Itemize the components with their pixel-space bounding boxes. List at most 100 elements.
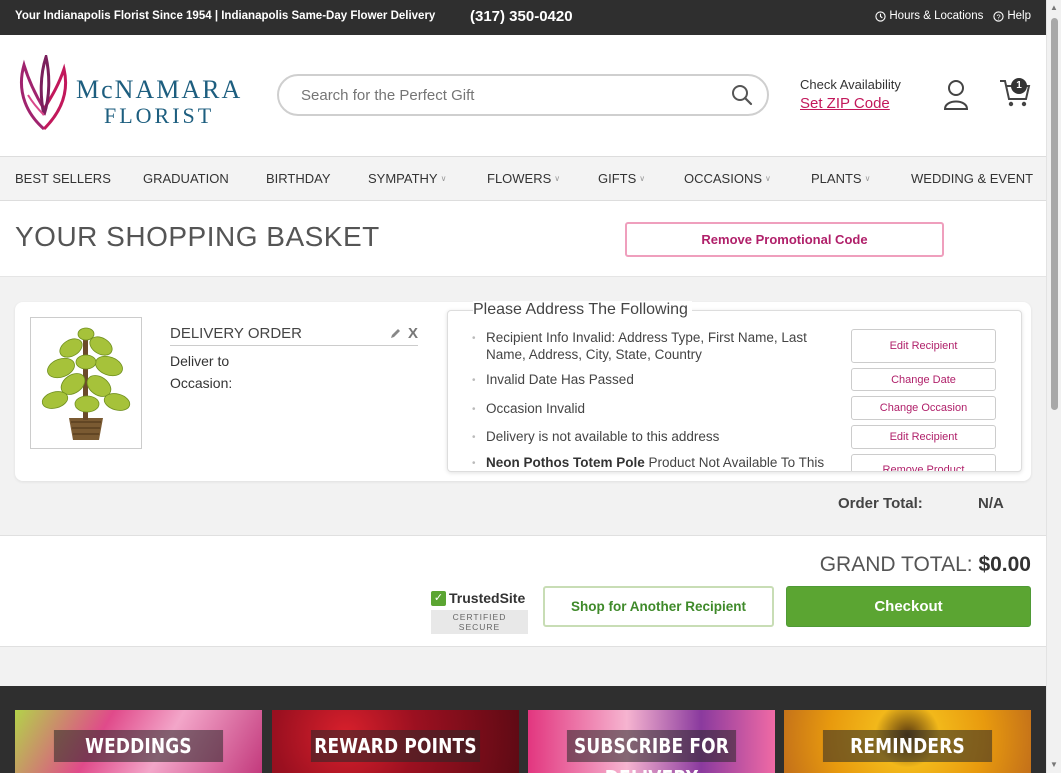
nav-item-occasions[interactable]: OCCASIONS ∨	[684, 171, 771, 186]
chevron-down-icon: ∨	[440, 174, 447, 183]
help-icon: ?	[993, 10, 1004, 22]
checkout-button[interactable]: Checkout	[786, 586, 1031, 627]
svg-text:?: ?	[997, 12, 1001, 21]
order-tools: X	[389, 325, 418, 342]
hours-locations-link[interactable]: Hours & Locations	[875, 10, 983, 22]
phone-number[interactable]: (317) 350-0420	[470, 8, 573, 25]
nav-item-flowers[interactable]: FLOWERS ∨	[487, 171, 560, 186]
scroll-down-icon[interactable]: ▼	[1050, 760, 1058, 769]
reward-points-tile[interactable]: REWARD POINTS	[272, 710, 519, 773]
chevron-down-icon: ∨	[765, 174, 771, 183]
trustedsite-label: TrustedSite	[449, 590, 526, 606]
trustedsite-name: ✓ TrustedSite	[431, 590, 528, 606]
scroll-up-icon[interactable]: ▲	[1050, 3, 1058, 12]
search-box	[277, 74, 769, 116]
zip-label: Check Availability	[800, 77, 901, 92]
nav-label: BIRTHDAY	[266, 171, 331, 186]
tile-label: REWARD POINTS	[310, 730, 481, 762]
tulip-logo-icon	[19, 55, 68, 131]
nav-label: WEDDING & EVENT	[911, 171, 1034, 186]
order-heading-label: DELIVERY ORDER	[170, 325, 302, 342]
search-input[interactable]	[301, 85, 721, 105]
logo-line2: FLORIST	[103, 103, 215, 128]
edit-recipient-button-2[interactable]: Edit Recipient	[851, 425, 996, 449]
change-occasion-button[interactable]: Change Occasion	[851, 396, 996, 420]
tile-label: WEDDINGS	[53, 730, 224, 762]
occasion-label: Occasion:	[170, 375, 233, 391]
clock-icon	[875, 10, 887, 22]
chevron-down-icon: ∨	[554, 174, 561, 183]
remove-promo-code-button[interactable]: Remove Promotional Code	[625, 222, 944, 257]
nav-item-graduation[interactable]: GRADUATION	[143, 171, 229, 186]
nav-item-plants[interactable]: PLANTS ∨	[811, 171, 870, 186]
reminders-tile[interactable]: REMINDERS	[784, 710, 1031, 773]
tile-label: SUBSCRIBE FOR DELIVERY	[566, 730, 737, 773]
nav-label: SYMPATHY	[368, 171, 438, 186]
grand-total-label: GRAND TOTAL:	[819, 553, 973, 576]
hours-locations-label: Hours & Locations	[889, 10, 984, 22]
order-total-value: N/A	[978, 495, 1004, 512]
logo-wordmark: McNAMARA FLORIST	[76, 77, 242, 127]
tagline: Your Indianapolis Florist Since 1954 | I…	[15, 10, 436, 22]
nav-item-sympathy[interactable]: SYMPATHY ∨	[368, 171, 446, 186]
issue-item: Occasion Invalid	[472, 400, 831, 418]
nav-label: PLANTS	[811, 171, 862, 186]
edit-pencil-icon[interactable]	[389, 327, 402, 340]
page-scrollbar[interactable]: ▲ ▼	[1046, 0, 1061, 773]
issue-item: Neon Pothos Totem Pole Product Not Avail…	[472, 454, 831, 471]
main-nav: BEST SELLERS GRADUATION BIRTHDAY SYMPATH…	[0, 156, 1046, 201]
nav-item-best-sellers[interactable]: BEST SELLERS	[15, 171, 111, 186]
search-icon[interactable]	[731, 84, 753, 106]
order-heading: DELIVERY ORDER X	[170, 325, 418, 346]
top-links: Hours & Locations ? Help	[875, 10, 1031, 22]
edit-recipient-button[interactable]: Edit Recipient	[851, 329, 996, 363]
pothos-plant-image	[31, 318, 141, 448]
nav-label: GRADUATION	[143, 171, 229, 186]
account-icon[interactable]	[943, 79, 969, 111]
product-name: Neon Pothos Totem Pole	[486, 455, 645, 470]
page-title: YOUR SHOPPING BASKET	[15, 221, 380, 252]
basket-title-bar: YOUR SHOPPING BASKET Remove Promotional …	[0, 201, 1046, 277]
subscribe-delivery-tile[interactable]: SUBSCRIBE FOR DELIVERY	[528, 710, 775, 773]
chevron-down-icon: ∨	[639, 174, 646, 183]
site-header: McNAMARA FLORIST Check Availability Set …	[0, 35, 1046, 156]
deliver-to-label: Deliver to	[170, 353, 230, 369]
shop-another-recipient-button[interactable]: Shop for Another Recipient	[543, 586, 774, 627]
issues-panel: Recipient Info Invalid: Address Type, Fi…	[447, 310, 1022, 472]
nav-item-wedding-event[interactable]: WEDDING & EVENT	[911, 171, 1033, 186]
scrollbar-thumb[interactable]	[1051, 18, 1058, 410]
nav-label: FLOWERS	[487, 171, 552, 186]
grand-total-section: GRAND TOTAL: $0.00 ✓ TrustedSite CERTIFI…	[0, 535, 1046, 647]
checkmark-icon: ✓	[431, 590, 446, 606]
issue-item: Invalid Date Has Passed	[472, 371, 831, 389]
nav-label: OCCASIONS	[684, 171, 763, 186]
product-image[interactable]	[30, 317, 142, 449]
tile-label: REMINDERS	[822, 730, 993, 762]
cart-count-badge: 1	[1011, 78, 1027, 94]
logo-line1: McNAMARA	[76, 75, 243, 104]
issues-title: Please Address The Following	[473, 301, 692, 319]
zip-availability: Check Availability Set ZIP Code	[800, 77, 901, 112]
grand-total: GRAND TOTAL: $0.00	[820, 553, 1031, 577]
set-zip-link[interactable]: Set ZIP Code	[800, 95, 901, 112]
promo-footer: WEDDINGS REWARD POINTS SUBSCRIBE FOR DEL…	[0, 686, 1046, 773]
logo[interactable]: McNAMARA FLORIST	[14, 55, 254, 135]
weddings-tile[interactable]: WEDDINGS	[15, 710, 262, 773]
trustedsite-sub: CERTIFIED SECURE	[431, 610, 528, 634]
top-bar: Your Indianapolis Florist Since 1954 | I…	[0, 0, 1046, 35]
grand-total-value: $0.00	[978, 553, 1031, 576]
trustedsite-badge[interactable]: ✓ TrustedSite CERTIFIED SECURE	[431, 590, 528, 634]
nav-label: GIFTS	[598, 171, 637, 186]
nav-label: BEST SELLERS	[15, 171, 111, 186]
remove-order-icon[interactable]: X	[408, 325, 418, 342]
chevron-down-icon: ∨	[864, 174, 871, 183]
help-label: Help	[1007, 10, 1031, 22]
nav-item-birthday[interactable]: BIRTHDAY	[266, 171, 331, 186]
remove-product-button[interactable]: Remove Product	[851, 454, 996, 471]
issue-item: Delivery is not available to this addres…	[472, 428, 831, 446]
nav-item-gifts[interactable]: GIFTS ∨	[598, 171, 645, 186]
change-date-button[interactable]: Change Date	[851, 368, 996, 391]
help-link[interactable]: ? Help	[993, 10, 1031, 22]
issue-item: Recipient Info Invalid: Address Type, Fi…	[472, 329, 831, 363]
order-total-label: Order Total:	[838, 495, 923, 512]
